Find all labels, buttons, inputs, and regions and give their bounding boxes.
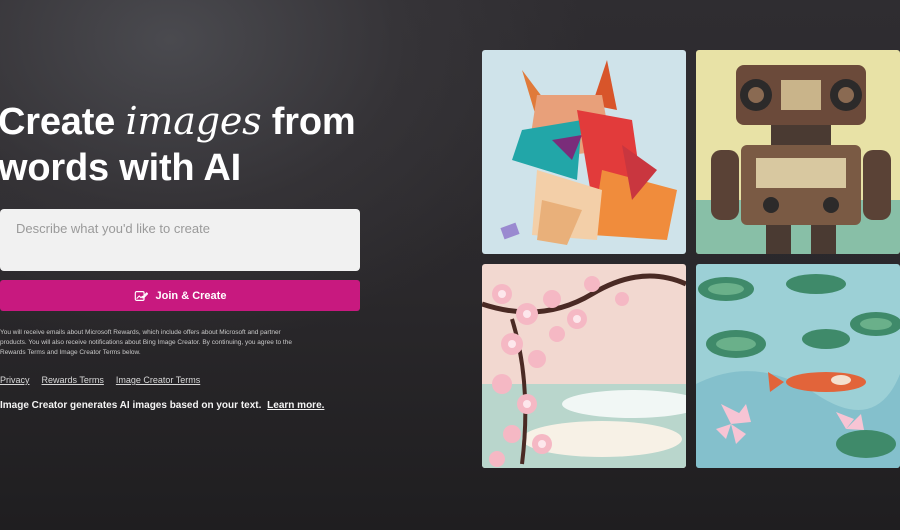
- retro-robot-image: [696, 50, 900, 254]
- hero-title: Create images from words with AI: [0, 98, 356, 191]
- info-text: Image Creator generates AI images based …: [0, 400, 324, 411]
- footer-links: Privacy Rewards Terms Image Creator Term…: [0, 375, 200, 385]
- hero-title-emphasis: images: [125, 99, 262, 143]
- privacy-link[interactable]: Privacy: [0, 375, 30, 385]
- hero-title-part: from: [261, 101, 356, 143]
- learn-more-link[interactable]: Learn more.: [267, 400, 324, 411]
- prompt-input[interactable]: [16, 221, 344, 236]
- join-and-create-label: Join & Create: [155, 289, 227, 302]
- hero-title-line2: words with AI: [0, 147, 241, 189]
- koi-pond-image: [696, 264, 900, 468]
- info-description: Image Creator generates AI images based …: [0, 400, 262, 411]
- hero-title-part: Create: [0, 101, 126, 143]
- cherry-blossom-image: [482, 264, 686, 468]
- image-edit-icon: [134, 290, 148, 301]
- prompt-box[interactable]: [0, 209, 360, 271]
- origami-fox-image: [482, 50, 686, 254]
- disclaimer-text: You will receive emails about Microsoft …: [0, 329, 292, 356]
- image-creator-terms-link[interactable]: Image Creator Terms: [116, 375, 200, 385]
- join-and-create-button[interactable]: Join & Create: [0, 280, 360, 311]
- rewards-terms-link[interactable]: Rewards Terms: [42, 375, 104, 385]
